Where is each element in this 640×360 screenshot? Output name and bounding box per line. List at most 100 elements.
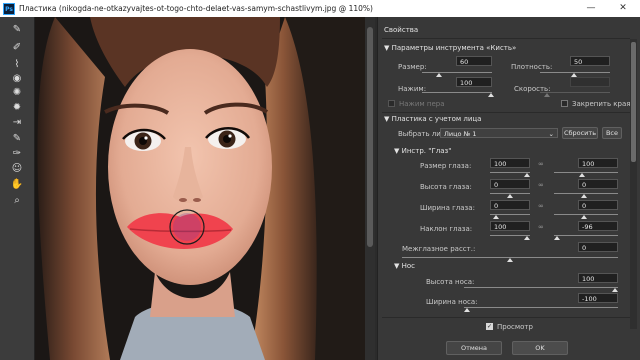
select-face-dropdown[interactable]: Лицо № 1 ⌄ xyxy=(440,128,558,138)
link-icon[interactable]: ∞ xyxy=(538,223,544,231)
eye-size-left-knob[interactable] xyxy=(524,173,530,177)
nose-subsection-title: Нос xyxy=(401,262,416,270)
warp-icon[interactable]: ✎ xyxy=(9,23,25,37)
twirl-icon[interactable]: ◉ xyxy=(9,72,25,86)
eye-spacing-input[interactable]: 0 xyxy=(578,242,618,252)
properties-panel: Свойства ▼ Параметры инструмента «Кисть»… xyxy=(377,17,640,360)
chevron-down-icon: ⌄ xyxy=(548,130,554,138)
bloat-icon[interactable]: ✹ xyxy=(9,101,25,115)
preview-checkbox[interactable]: ✓ xyxy=(486,323,493,330)
eye-size-right-input[interactable]: 100 xyxy=(578,158,618,168)
eye-size-right-slider[interactable] xyxy=(554,172,618,173)
eye-tilt-left-knob[interactable] xyxy=(524,236,530,240)
eye-width-left-input[interactable]: 0 xyxy=(490,200,530,210)
ok-button[interactable]: OK xyxy=(512,341,568,355)
chevron-down-icon: ▼ xyxy=(384,115,392,123)
face-tool-icon[interactable]: ☺ xyxy=(9,162,25,176)
chevron-down-icon: ▼ xyxy=(394,262,402,270)
rate-input[interactable] xyxy=(570,77,610,87)
divider xyxy=(382,317,630,318)
nose-height-label: Высота носа: xyxy=(426,278,475,286)
eye-width-right-input[interactable]: 0 xyxy=(578,200,618,210)
eye-width-label: Ширина глаза: xyxy=(420,204,475,212)
face-section-title: Пластика с учетом лица xyxy=(391,115,482,123)
scrollbar-thumb[interactable] xyxy=(367,27,373,247)
chevron-down-icon: ▼ xyxy=(384,44,392,52)
liquify-toolbar: ✎ ✐ ⌇ ◉ ✺ ✹ ⇥ ✎ ✑ ☺ ✋ ⌕ xyxy=(0,17,35,360)
close-button[interactable]: ✕ xyxy=(612,0,634,17)
eye-height-right-knob[interactable] xyxy=(581,194,587,198)
eye-height-label: Высота глаза: xyxy=(420,183,472,191)
eye-width-right-knob[interactable] xyxy=(581,215,587,219)
eye-tilt-label: Наклон глаза: xyxy=(420,225,473,233)
density-input[interactable]: 50 xyxy=(570,56,610,66)
thaw-mask-icon[interactable]: ✑ xyxy=(9,147,25,161)
pen-pressure-checkbox[interactable] xyxy=(388,100,395,107)
preview-label: Просмотр xyxy=(497,323,533,331)
chevron-down-icon: ▼ xyxy=(394,147,402,155)
nose-height-slider[interactable] xyxy=(464,287,618,288)
push-left-icon[interactable]: ⇥ xyxy=(9,116,25,130)
size-label: Размер: xyxy=(398,63,427,71)
eye-width-left-knob[interactable] xyxy=(493,215,499,219)
pen-pressure-label: Нажим пера xyxy=(399,100,445,108)
photoshop-app-icon: Ps xyxy=(3,2,15,15)
freeze-mask-icon[interactable]: ✎ xyxy=(9,132,25,146)
nose-width-input[interactable]: -100 xyxy=(578,293,618,303)
eye-size-right-knob[interactable] xyxy=(579,173,585,177)
nose-width-slider[interactable] xyxy=(464,307,618,308)
size-slider-knob[interactable] xyxy=(436,73,442,77)
pucker-icon[interactable]: ✺ xyxy=(9,86,25,100)
eye-height-right-input[interactable]: 0 xyxy=(578,179,618,189)
pin-edges-checkbox[interactable] xyxy=(561,100,568,107)
size-input[interactable]: 60 xyxy=(456,56,492,66)
eye-tilt-right-knob[interactable] xyxy=(554,236,560,240)
reset-button[interactable]: Сбросить xyxy=(562,127,598,139)
rate-slider-knob[interactable] xyxy=(544,93,550,97)
eye-tilt-left-input[interactable]: 100 xyxy=(490,221,530,231)
pressure-slider-knob[interactable] xyxy=(488,93,494,97)
eyes-subsection-header[interactable]: ▼ Инстр. "Глаз" xyxy=(394,147,451,155)
eye-size-label: Размер глаза: xyxy=(420,162,472,170)
link-icon[interactable]: ∞ xyxy=(538,202,544,210)
size-slider[interactable] xyxy=(422,72,492,73)
nose-height-knob[interactable] xyxy=(612,288,618,292)
density-label: Плотность: xyxy=(511,63,553,71)
reconstruct-icon[interactable]: ✐ xyxy=(9,41,25,55)
all-button[interactable]: Все xyxy=(602,127,622,139)
eye-size-left-input[interactable]: 100 xyxy=(490,158,530,168)
divider xyxy=(382,38,630,39)
brush-section-header[interactable]: ▼ Параметры инструмента «Кисть» xyxy=(384,44,516,52)
eye-tilt-right-slider[interactable] xyxy=(554,235,618,236)
link-icon[interactable]: ∞ xyxy=(538,181,544,189)
portrait-photo xyxy=(35,17,365,360)
eye-height-left-input[interactable]: 0 xyxy=(490,179,530,189)
canvas-scrollbar[interactable] xyxy=(365,17,375,360)
nose-width-knob[interactable] xyxy=(464,308,470,312)
face-section-header[interactable]: ▼ Пластика с учетом лица xyxy=(384,115,481,123)
panel-scrollbar-thumb[interactable] xyxy=(631,42,636,162)
image-canvas[interactable] xyxy=(35,17,365,360)
smooth-icon[interactable]: ⌇ xyxy=(9,58,25,72)
pressure-input[interactable]: 100 xyxy=(456,77,492,87)
zoom-icon[interactable]: ⌕ xyxy=(9,194,25,208)
select-face-value: Лицо № 1 xyxy=(444,130,477,138)
pin-edges-label: Закрепить края xyxy=(572,100,631,108)
rate-slider[interactable] xyxy=(540,92,610,93)
divider xyxy=(382,112,630,113)
panel-scrollbar[interactable] xyxy=(630,39,637,329)
window-title: Пластика (nikogda-ne-otkazyvajtes-ot-tog… xyxy=(19,4,373,13)
eye-height-left-knob[interactable] xyxy=(507,194,513,198)
nose-subsection-header[interactable]: ▼ Нос xyxy=(394,262,415,270)
minimize-button[interactable]: — xyxy=(580,0,602,17)
brush-section-title: Параметры инструмента «Кисть» xyxy=(391,44,517,52)
nose-height-input[interactable]: 100 xyxy=(578,273,618,283)
hand-icon[interactable]: ✋ xyxy=(9,178,25,192)
eye-tilt-right-input[interactable]: -96 xyxy=(578,221,618,231)
link-icon[interactable]: ∞ xyxy=(538,160,544,168)
pressure-slider[interactable] xyxy=(422,92,492,93)
eyes-subsection-title: Инстр. "Глаз" xyxy=(401,147,452,155)
panel-title: Свойства xyxy=(384,26,419,34)
eye-spacing-knob[interactable] xyxy=(507,258,513,262)
cancel-button[interactable]: Отмена xyxy=(446,341,502,355)
